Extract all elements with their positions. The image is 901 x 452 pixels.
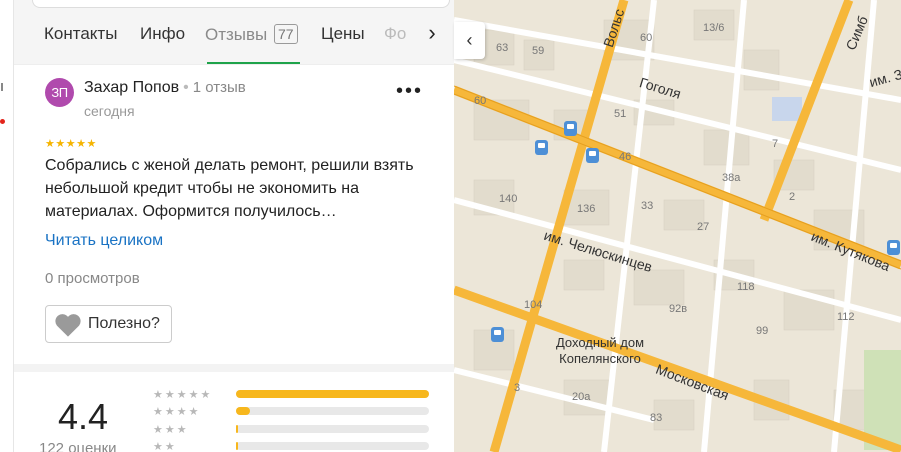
house-number: 140 [499,193,518,205]
house-number: 2 [789,191,796,203]
rating-bar [236,407,429,415]
red-dot-marker [0,119,5,124]
author-review-count: 1 отзыв [192,79,246,96]
rating-row-4[interactable]: ★★★★ [153,405,433,418]
rating-summary: 4.4 122 оценки ★★★★★ ★★★★ ★★★ ★★ [14,372,454,452]
reviews-count-badge: 77 [274,24,298,44]
rating-row-stars: ★★ [153,441,177,452]
house-number: 20а [572,391,591,403]
edge-marker [1,83,5,91]
rating-bar-fill [236,390,429,398]
tab-prices[interactable]: Цены [321,24,365,44]
tab-info[interactable]: Инфо [140,24,185,44]
house-number: 92в [669,303,688,315]
useful-button[interactable]: Полезно? [45,305,172,343]
bus-stop-icon[interactable] [564,121,577,136]
tab-reviews[interactable]: Отзывы 77 [205,24,298,45]
house-number: 27 [697,221,710,233]
house-number: 51 [614,108,627,120]
house-number: 38а [722,172,741,184]
house-number: 60 [474,95,487,107]
tab-reviews-label: Отзывы [205,25,268,44]
house-number: 13/6 [703,22,725,34]
bus-stop-icon[interactable] [586,148,599,163]
house-number: 7 [772,138,779,150]
collapse-panel-button[interactable]: ‹ [454,22,485,59]
active-tab-indicator [207,62,300,64]
rating-row-stars: ★★★★ [153,406,201,418]
rating-bar [236,390,429,398]
house-number: 83 [650,412,663,424]
house-number: 136 [577,203,596,215]
review-stars: ★★★★★ [45,138,97,150]
reviews-panel: Контакты Инфо Отзывы 77 Цены Фо › ЗП Зах… [14,0,454,452]
tab-contacts[interactable]: Контакты [44,24,117,44]
views-count: 0 просмотров [45,270,140,287]
rating-row-stars: ★★★★★ [153,389,213,401]
house-number: 112 [837,311,855,323]
chevron-right-icon[interactable]: › [418,20,446,50]
left-edge-strip [0,0,14,452]
tab-photos[interactable]: Фо [384,24,406,44]
rating-total: 122 оценки [39,440,117,452]
review-text: Собрались с женой делать ремонт, решили … [45,157,414,220]
house-number: 63 [496,42,509,54]
review-author: Захар Попов • 1 отзыв [84,79,246,96]
heart-icon [55,314,81,337]
house-number: 104 [524,299,543,311]
panel-header-edge [32,0,450,8]
section-divider [14,364,454,372]
rating-bar-fill [236,407,250,415]
review-date: сегодня [84,103,135,119]
more-options-icon[interactable]: ••• [396,80,423,103]
author-name[interactable]: Захар Попов [84,79,179,96]
rating-score: 4.4 [58,396,109,437]
bus-stop-icon[interactable] [887,240,900,255]
house-number: 46 [619,151,632,163]
poi-label[interactable]: Доходный дом Копелянского [540,335,660,367]
house-number: 118 [737,281,755,293]
bus-stop-icon[interactable] [491,327,504,342]
rating-row-5[interactable]: ★★★★★ [153,388,433,401]
rating-bar [236,442,429,450]
bus-stop-icon[interactable] [535,140,548,155]
review-card: ЗП Захар Попов • 1 отзыв сегодня ••• ★★★★★… [14,66,454,364]
house-number: 59 [532,45,545,57]
house-number: 60 [640,32,653,44]
house-number: 99 [756,325,769,337]
rating-bar-fill [236,425,238,433]
house-number: 33 [641,200,654,212]
rating-row-3[interactable]: ★★★ [153,423,433,436]
rating-row-stars: ★★★ [153,424,189,436]
map-view[interactable]: Вольс Гоголя им. Челюскинцев им. Кутяков… [454,0,901,452]
tab-bar: Контакты Инфо Отзывы 77 Цены Фо › [14,0,454,65]
house-number: 3 [514,382,521,394]
avatar[interactable]: ЗП [45,78,74,107]
chevron-left-icon: ‹ [466,30,473,50]
read-more-link[interactable]: Читать целиком [45,232,163,250]
rating-row-2[interactable]: ★★ [153,440,433,452]
useful-label: Полезно? [88,315,160,332]
rating-bar-fill [236,442,238,450]
rating-bar [236,425,429,433]
